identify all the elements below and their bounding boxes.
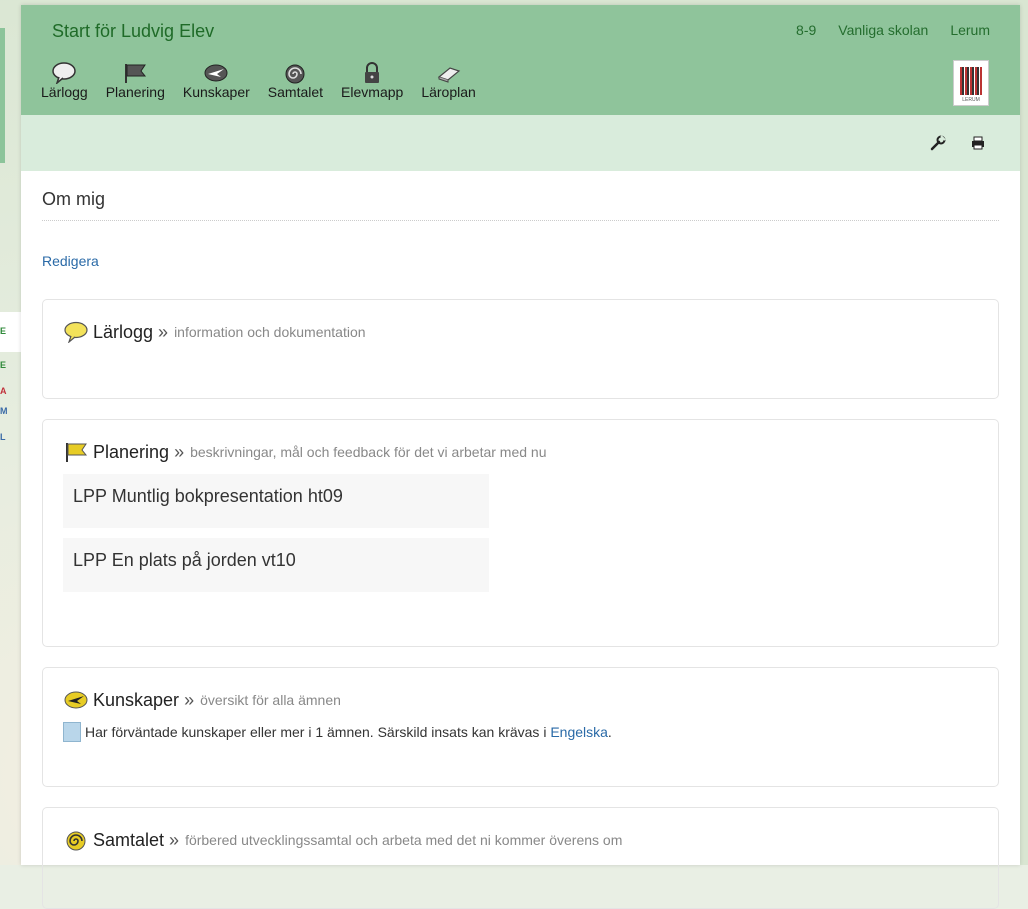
subject-link-engelska[interactable]: Engelska <box>550 724 608 740</box>
panel-name-link[interactable]: Planering <box>93 442 169 463</box>
panel-description: översikt för alla ämnen <box>200 692 341 708</box>
panel-planering: Planering » beskrivningar, mål och feedb… <box>42 419 999 647</box>
nav-item-label: Planering <box>105 84 165 100</box>
logo-text: LERUM <box>962 97 980 103</box>
link-school[interactable]: Vanliga skolan <box>838 22 928 38</box>
panel-larlogg: Lärlogg » information och dokumentation <box>42 299 999 399</box>
lpp-item[interactable]: LPP Muntlig bokpresentation ht09 <box>63 474 489 528</box>
speech-bubble-icon <box>63 320 89 344</box>
spiral-icon <box>63 828 89 852</box>
main-content: Om mig Redigera Lärlogg » information oc… <box>42 171 999 909</box>
status-swatch <box>63 722 81 742</box>
municipality-logo: LERUM <box>953 60 989 106</box>
nav-item-samtalet[interactable]: Samtalet <box>268 60 323 100</box>
panel-description: beskrivningar, mål och feedback för det … <box>190 444 547 460</box>
raquo: » <box>169 829 180 850</box>
panel-header: Planering » beskrivningar, mål och feedb… <box>63 440 978 464</box>
nav-item-label: Samtalet <box>267 84 324 100</box>
book-icon <box>435 60 463 86</box>
section-title: Om mig <box>42 189 999 221</box>
main-nav: Lärlogg Planering Kunskaper Samtalet Ele… <box>41 60 494 100</box>
printer-icon[interactable] <box>970 135 986 151</box>
status-text: Har förväntade kunskaper eller mer i 1 ä… <box>85 724 547 740</box>
raquo: » <box>184 689 195 710</box>
nav-item-label: Kunskaper <box>182 84 250 100</box>
nav-item-planering[interactable]: Planering <box>106 60 165 100</box>
left-sidebar-letter[interactable]: E <box>0 326 6 336</box>
raquo: » <box>158 321 169 342</box>
toolbar <box>21 115 1020 171</box>
left-sidebar-letter[interactable]: E <box>0 360 6 370</box>
panel-header: Samtalet » förbered utvecklingssamtal oc… <box>63 828 978 852</box>
link-grade[interactable]: 8-9 <box>796 22 816 38</box>
plane-icon <box>202 60 230 86</box>
spiral-icon <box>281 60 309 86</box>
lpp-item[interactable]: LPP En plats på jorden vt10 <box>63 538 489 592</box>
speech-bubble-icon <box>50 60 78 86</box>
flag-icon <box>121 60 149 86</box>
knowledge-status: Har förväntade kunskaper eller mer i 1 ä… <box>63 722 978 742</box>
main-window: Start för Ludvig Elev 8-9 Vanliga skolan… <box>21 5 1020 909</box>
page-title[interactable]: Start för Ludvig Elev <box>52 21 214 42</box>
panel-description: information och dokumentation <box>174 324 366 340</box>
panel-description: förbered utvecklingssamtal och arbeta me… <box>185 832 623 848</box>
left-sidebar-peek: E E A M L <box>0 0 21 865</box>
left-sidebar-letter[interactable]: A <box>0 386 7 396</box>
wrench-icon[interactable] <box>930 135 946 151</box>
left-sidebar-letter[interactable]: L <box>0 432 6 442</box>
panel-header: Kunskaper » översikt för alla ämnen <box>63 688 978 712</box>
lock-icon <box>358 60 386 86</box>
nav-item-larlogg[interactable]: Lärlogg <box>41 60 88 100</box>
nav-item-elevmapp[interactable]: Elevmapp <box>341 60 403 100</box>
edit-link[interactable]: Redigera <box>42 253 999 269</box>
nav-item-laroplan[interactable]: Läroplan <box>421 60 476 100</box>
panel-header: Lärlogg » information och dokumentation <box>63 320 978 344</box>
plane-icon <box>63 688 89 712</box>
nav-item-label: Lärlogg <box>41 84 88 100</box>
panel-name-link[interactable]: Kunskaper <box>93 690 179 711</box>
panel-name-link[interactable]: Samtalet <box>93 830 164 851</box>
nav-item-label: Elevmapp <box>341 84 404 100</box>
panel-samtalet: Samtalet » förbered utvecklingssamtal oc… <box>42 807 999 909</box>
top-links: 8-9 Vanliga skolan Lerum <box>774 22 990 38</box>
left-sidebar-green-block <box>0 28 5 163</box>
panel-name-link[interactable]: Lärlogg <box>93 322 153 343</box>
left-sidebar-letter[interactable]: M <box>0 406 8 416</box>
crest-icon <box>960 67 982 95</box>
nav-item-label: Läroplan <box>421 84 476 100</box>
raquo: » <box>174 441 185 462</box>
link-municipality[interactable]: Lerum <box>950 22 990 38</box>
flag-icon <box>63 440 89 464</box>
header: Start för Ludvig Elev 8-9 Vanliga skolan… <box>21 5 1020 115</box>
nav-item-kunskaper[interactable]: Kunskaper <box>183 60 250 100</box>
panel-kunskaper: Kunskaper » översikt för alla ämnen Har … <box>42 667 999 787</box>
status-end: . <box>607 724 612 740</box>
